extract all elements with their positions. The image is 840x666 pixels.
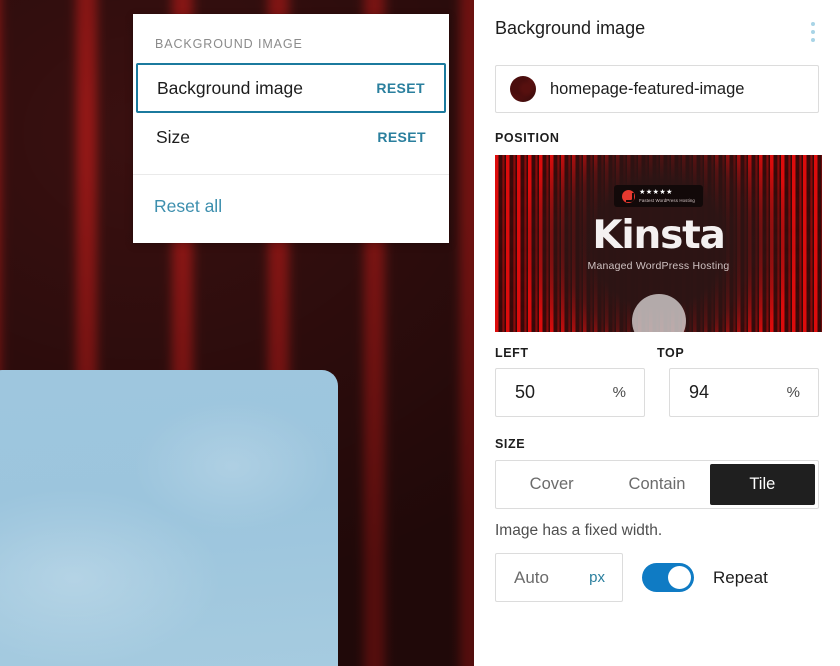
size-option-cover[interactable]: Cover [499,464,604,505]
width-input[interactable]: Auto px [495,553,623,602]
g2-logo-icon [622,190,635,203]
left-field-label: LEFT [495,346,657,360]
g2-badge: ★★★★★ Fastest WordPress Hosting [614,185,703,207]
top-position-unit: % [787,384,800,401]
page-title: Background image [495,18,645,39]
reset-all-link[interactable]: Reset all [154,196,222,216]
g2-badge-subtitle: Fastest WordPress Hosting [639,198,695,203]
size-option-contain[interactable]: Contain [604,464,709,505]
kebab-dot [811,38,815,42]
size-width-row: Auto px Repeat [495,553,819,602]
media-picker-field[interactable]: homepage-featured-image [495,65,819,113]
width-unit-selector[interactable]: px [589,569,605,586]
preview-content: ★★★★★ Fastest WordPress Hosting Kinsta M… [495,185,822,272]
position-section-label: POSITION [495,131,819,145]
kebab-dot [811,22,815,26]
repeat-toggle[interactable] [642,563,694,592]
site-preview-canvas[interactable]: BACKGROUND IMAGE Background image RESET … [0,0,474,666]
repeat-toggle-label: Repeat [713,568,768,588]
popover-title: BACKGROUND IMAGE [133,14,449,63]
image-thumbnail-icon [510,76,536,102]
menu-row-size[interactable]: Size RESET [135,113,447,161]
reset-background-image-button[interactable]: RESET [376,80,425,96]
size-option-tile[interactable]: Tile [710,464,815,505]
position-inputs: 50 % 94 % [495,368,819,417]
menu-row-label: Size [156,127,190,148]
toggle-knob-icon [668,566,691,589]
panel-header: Background image [495,0,819,46]
left-position-value: 50 [515,382,535,403]
more-vertical-icon[interactable] [805,18,821,46]
width-input-placeholder: Auto [514,568,549,588]
left-position-unit: % [613,384,626,401]
top-field-label: TOP [657,346,819,360]
inspector-panel: Background image homepage-featured-image… [474,0,840,666]
app-root: BACKGROUND IMAGE Background image RESET … [0,0,840,666]
reset-all-row[interactable]: Reset all [133,175,449,243]
media-file-name: homepage-featured-image [550,80,744,99]
g2-rating: ★★★★★ Fastest WordPress Hosting [639,189,695,203]
menu-row-background-image[interactable]: Background image RESET [136,63,446,113]
menu-row-label: Background image [157,78,303,99]
position-field-labels: LEFT TOP [495,346,819,360]
reset-size-button[interactable]: RESET [377,129,426,145]
top-position-value: 94 [689,382,709,403]
position-preview[interactable]: ★★★★★ Fastest WordPress Hosting Kinsta M… [495,155,822,332]
size-help-text: Image has a fixed width. [495,522,819,540]
sky-content-card [0,370,338,666]
background-image-popover: BACKGROUND IMAGE Background image RESET … [133,14,449,243]
kinsta-wordmark: Kinsta [495,215,822,257]
kebab-dot [811,30,815,34]
top-position-input[interactable]: 94 % [669,368,819,417]
size-section-label: SIZE [495,437,819,451]
g2-stars-row: ★★★★★ [639,189,673,197]
kinsta-tagline: Managed WordPress Hosting [495,260,822,272]
size-segmented-control: Cover Contain Tile [495,460,819,509]
left-position-input[interactable]: 50 % [495,368,645,417]
